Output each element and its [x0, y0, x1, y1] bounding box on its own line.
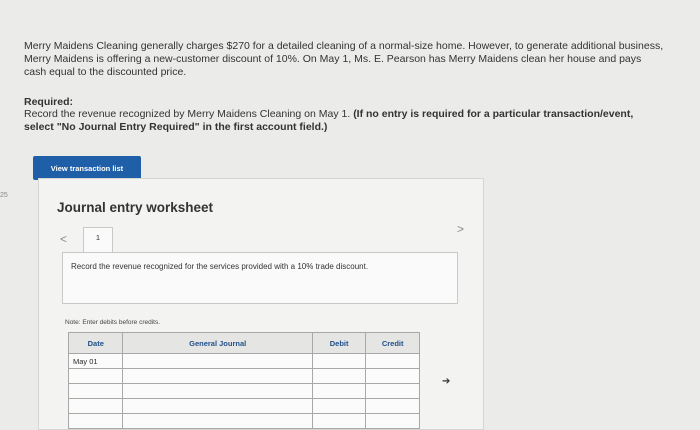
account-field[interactable]: [122, 353, 313, 369]
journal-table: Date General Journal Debit Credit May 01: [67, 332, 420, 429]
date-cell[interactable]: [67, 413, 124, 429]
account-field[interactable]: [122, 413, 313, 429]
date-cell[interactable]: [67, 368, 124, 384]
required-instructions: Record the revenue recognized by Merry M…: [24, 108, 664, 134]
table-row: [67, 368, 420, 384]
debit-field[interactable]: [311, 383, 367, 399]
date-cell[interactable]: May 01: [67, 353, 124, 369]
account-field[interactable]: [122, 368, 313, 384]
credit-field[interactable]: [365, 398, 420, 414]
journal-entry-worksheet: Journal entry worksheet < > 1 Record the…: [38, 178, 484, 430]
debit-credit-note: Note: Enter debits before credits.: [65, 319, 161, 326]
table-row: [67, 413, 420, 429]
side-marker: 25: [0, 192, 8, 199]
debit-field[interactable]: [311, 413, 367, 429]
required-title: Required:: [24, 96, 74, 108]
credit-field[interactable]: [365, 353, 420, 369]
date-cell[interactable]: [67, 383, 124, 399]
header-date: Date: [67, 332, 124, 354]
account-field[interactable]: [122, 383, 313, 399]
table-row: [67, 398, 420, 414]
next-arrow-icon[interactable]: >: [457, 222, 464, 236]
prev-arrow-icon[interactable]: <: [60, 232, 67, 246]
tab-1[interactable]: 1: [83, 227, 113, 253]
cursor-arrow-icon: ➔: [442, 376, 451, 387]
header-credit: Credit: [365, 332, 420, 354]
account-field[interactable]: [122, 398, 313, 414]
credit-field[interactable]: [365, 368, 420, 384]
debit-field[interactable]: [311, 353, 367, 369]
required-text-plain: Record the revenue recognized by Merry M…: [24, 108, 351, 120]
journal-table-wrapper: Date General Journal Debit Credit May 01: [67, 332, 420, 429]
view-transaction-list-button[interactable]: View transaction list: [33, 156, 141, 180]
credit-field[interactable]: [365, 413, 420, 429]
worksheet-title: Journal entry worksheet: [57, 200, 214, 215]
journal-header-row: Date General Journal Debit Credit: [67, 332, 420, 354]
header-debit: Debit: [311, 332, 367, 354]
table-row: May 01: [67, 353, 420, 369]
problem-text: Merry Maidens Cleaning generally charges…: [24, 40, 664, 78]
header-general-journal: General Journal: [122, 332, 313, 354]
date-cell[interactable]: [67, 398, 124, 414]
entry-description: Record the revenue recognized for the se…: [62, 252, 458, 304]
debit-field[interactable]: [311, 368, 367, 384]
table-row: [67, 383, 420, 399]
credit-field[interactable]: [365, 383, 420, 399]
debit-field[interactable]: [311, 398, 367, 414]
